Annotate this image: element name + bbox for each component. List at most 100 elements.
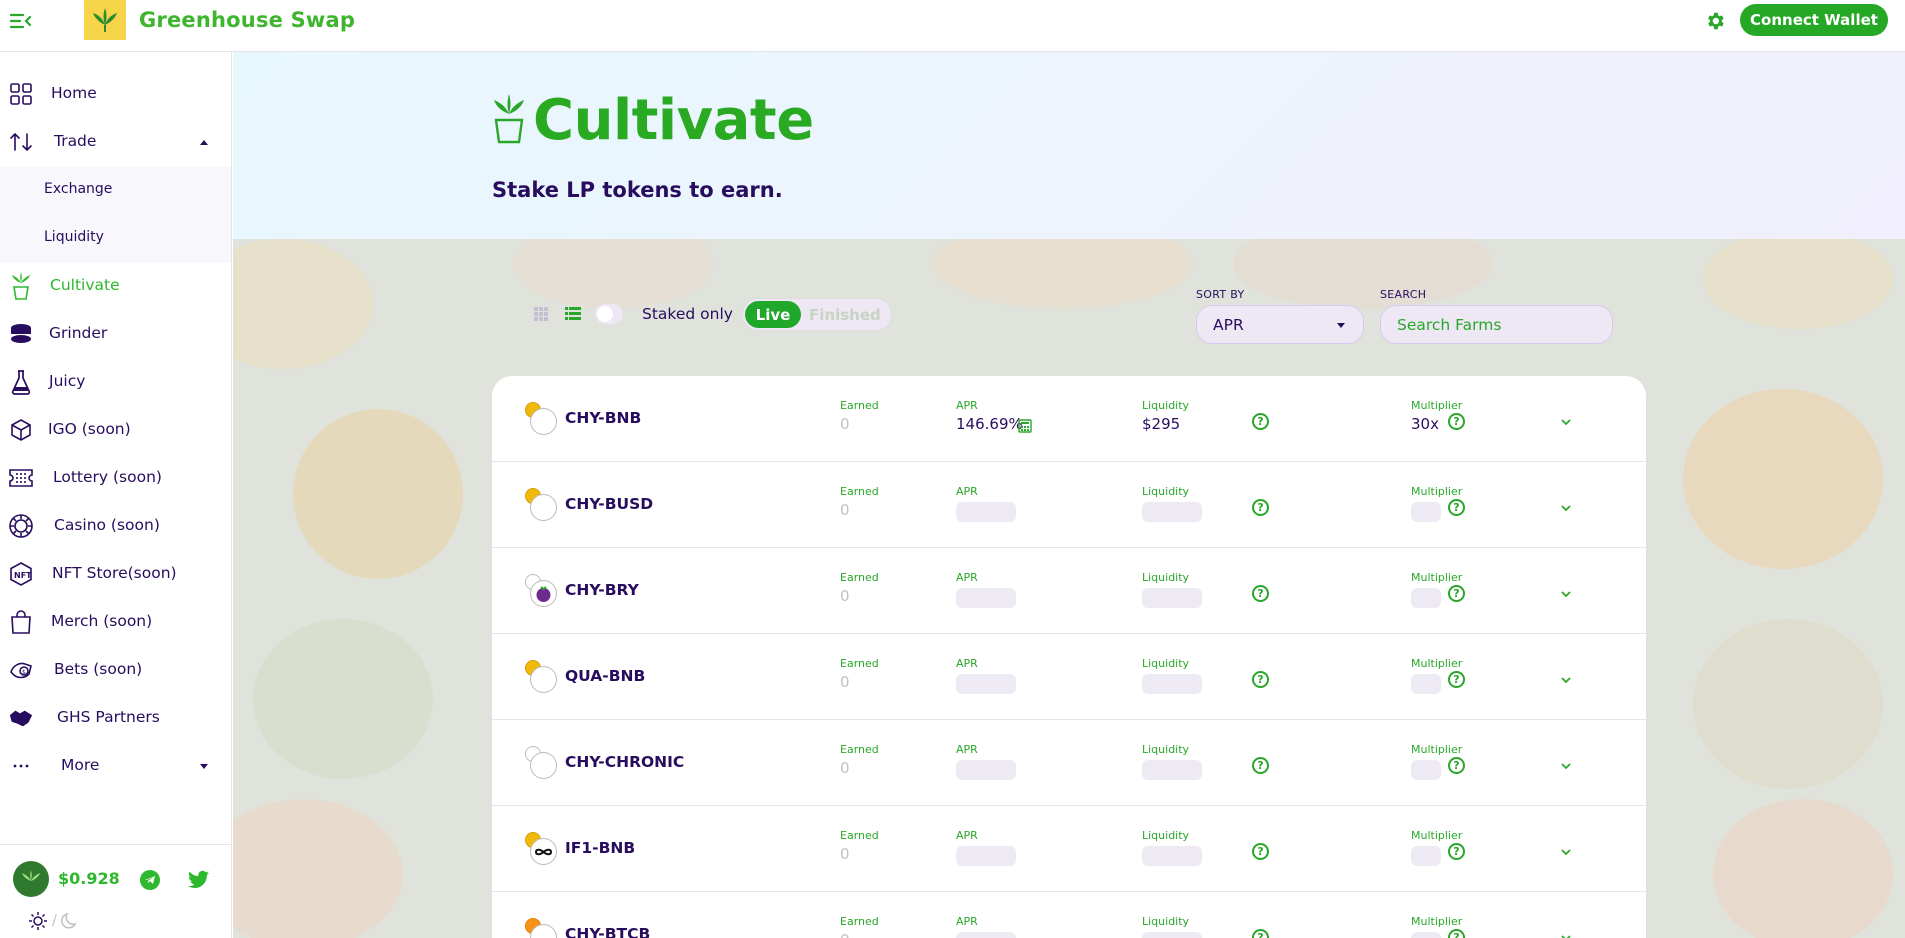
sidebar-subitem-exchange[interactable]: Exchange [0,167,231,215]
tab-live[interactable]: Live [745,301,801,328]
sidebar-item-juicy[interactable]: Juicy [0,358,231,406]
search-input[interactable] [1380,305,1613,344]
sidebar-item-grinder[interactable]: Grinder [0,310,231,358]
brand-name[interactable]: Greenhouse Swap [139,8,355,32]
cultivate-icon [8,272,34,300]
pattern-shape [513,239,713,309]
table-row[interactable]: CHY-CHRONIC Earned 0 APR Liquidity ? Mul… [492,720,1646,806]
sidebar-item-more[interactable]: More [0,742,231,790]
token-icon [530,666,557,693]
help-icon[interactable]: ? [1252,843,1269,860]
farm-pair: QUA-BNB [565,667,646,685]
leaf-icon [93,8,117,32]
sidebar: Exchange Liquidity Home Trade Cultivate … [0,52,232,938]
sidebar-item-ghs-partners[interactable]: GHS Partners [0,694,231,742]
search-label: SEARCH [1380,288,1427,301]
chevron-down-icon[interactable] [1560,502,1572,514]
table-row[interactable]: IF1-BNB Earned 0 APR Liquidity ? Multipl… [492,806,1646,892]
liquidity-skeleton [1142,502,1202,522]
chevron-down-icon[interactable] [1560,674,1572,686]
chevron-down-icon[interactable] [1560,846,1572,858]
brand-logo[interactable] [84,0,126,40]
staked-only-toggle[interactable] [595,304,623,324]
table-row[interactable]: CHY-BUSD Earned 0 APR Liquidity ? Multip… [492,462,1646,548]
infinity-token-icon [530,838,557,865]
liquidity-label: Liquidity [1142,571,1190,584]
help-icon[interactable]: ? [1448,671,1465,688]
sidebar-item-label: NFT Store(soon) [52,564,177,582]
help-icon[interactable]: ? [1252,757,1269,774]
page-subtitle: Stake LP tokens to earn. [492,178,783,202]
help-icon[interactable]: ? [1252,585,1269,602]
apr-label: APR [956,657,978,670]
help-icon[interactable]: ? [1252,671,1269,688]
telegram-icon[interactable] [140,870,160,890]
sidebar-subitem-liquidity[interactable]: Liquidity [0,215,231,263]
pattern-shape [233,799,403,938]
table-row[interactable]: CHY-BNB Earned 0 APR 146.69% Liquidity $… [492,376,1646,462]
sidebar-item-trade[interactable]: Trade [0,118,231,166]
help-icon[interactable]: ? [1448,499,1465,516]
chevron-down-icon[interactable] [1560,760,1572,772]
gear-icon[interactable] [1704,10,1726,32]
sort-select[interactable]: APR [1196,305,1364,344]
table-row[interactable]: CHY-BTCB Earned 0 APR Liquidity ? Multip… [492,892,1646,938]
nft-icon: NFT [8,561,34,587]
table-row[interactable]: CHY-BRY Earned 0 APR Liquidity ? Multipl… [492,548,1646,634]
chevron-down-icon[interactable] [1560,932,1572,938]
home-icon [8,81,34,107]
grid-view-icon[interactable] [534,307,548,321]
sidebar-item-label: Bets (soon) [54,660,143,678]
sidebar-footer: $0.928 / [0,844,231,938]
list-view-icon[interactable] [565,307,581,321]
calculator-icon[interactable] [1018,419,1032,433]
help-icon[interactable]: ? [1448,929,1465,938]
token-icon [530,752,557,779]
help-icon[interactable]: ? [1252,499,1269,516]
top-bar: Greenhouse Swap Connect Wallet [0,0,1905,52]
ticket-icon [8,465,34,491]
sidebar-item-igo[interactable]: IGO (soon) [0,406,231,454]
sidebar-item-label: Casino (soon) [54,516,160,534]
sidebar-item-bets[interactable]: $ Bets (soon) [0,646,231,694]
help-icon[interactable]: ? [1252,929,1269,938]
apr-skeleton [956,588,1016,608]
apr-skeleton [956,846,1016,866]
trade-icon [8,129,34,155]
help-icon[interactable]: ? [1252,413,1269,430]
sidebar-item-merch[interactable]: Merch (soon) [0,598,231,646]
apr-skeleton [956,674,1016,694]
pattern-shape [1713,799,1893,938]
sidebar-item-label: Grinder [49,324,108,342]
sidebar-item-nft-store[interactable]: NFT NFT Store(soon) [0,550,231,598]
help-icon[interactable]: ? [1448,843,1465,860]
twitter-icon[interactable] [188,870,210,890]
liquidity-value: $295 [1142,415,1181,433]
help-icon[interactable]: ? [1448,413,1465,430]
connect-wallet-button[interactable]: Connect Wallet [1740,4,1888,36]
sidebar-item-home[interactable]: Home [0,70,231,118]
chevron-down-icon[interactable] [1560,588,1572,600]
sidebar-item-cultivate[interactable]: Cultivate [0,262,231,310]
menu-collapse-icon[interactable] [8,10,34,32]
apr-label: APR [956,743,978,756]
sidebar-item-label: Merch (soon) [51,612,153,630]
theme-separator: / [52,913,57,929]
tab-finished[interactable]: Finished [809,306,881,324]
token-price: $0.928 [58,869,120,888]
sidebar-item-label: Trade [54,132,97,150]
multiplier-label: Multiplier [1411,743,1463,756]
theme-toggle[interactable]: / [28,911,79,931]
table-row[interactable]: QUA-BNB Earned 0 APR Liquidity ? Multipl… [492,634,1646,720]
help-icon[interactable]: ? [1448,585,1465,602]
apr-label: APR [956,915,978,928]
sidebar-item-casino[interactable]: Casino (soon) [0,502,231,550]
apr-skeleton [956,760,1016,780]
liquidity-skeleton [1142,846,1202,866]
sidebar-item-lottery[interactable]: Lottery (soon) [0,454,231,502]
earned-label: Earned [840,829,879,842]
token-logo [13,861,49,897]
sidebar-item-label: IGO (soon) [48,420,131,438]
help-icon[interactable]: ? [1448,757,1465,774]
chevron-down-icon[interactable] [1560,416,1572,428]
